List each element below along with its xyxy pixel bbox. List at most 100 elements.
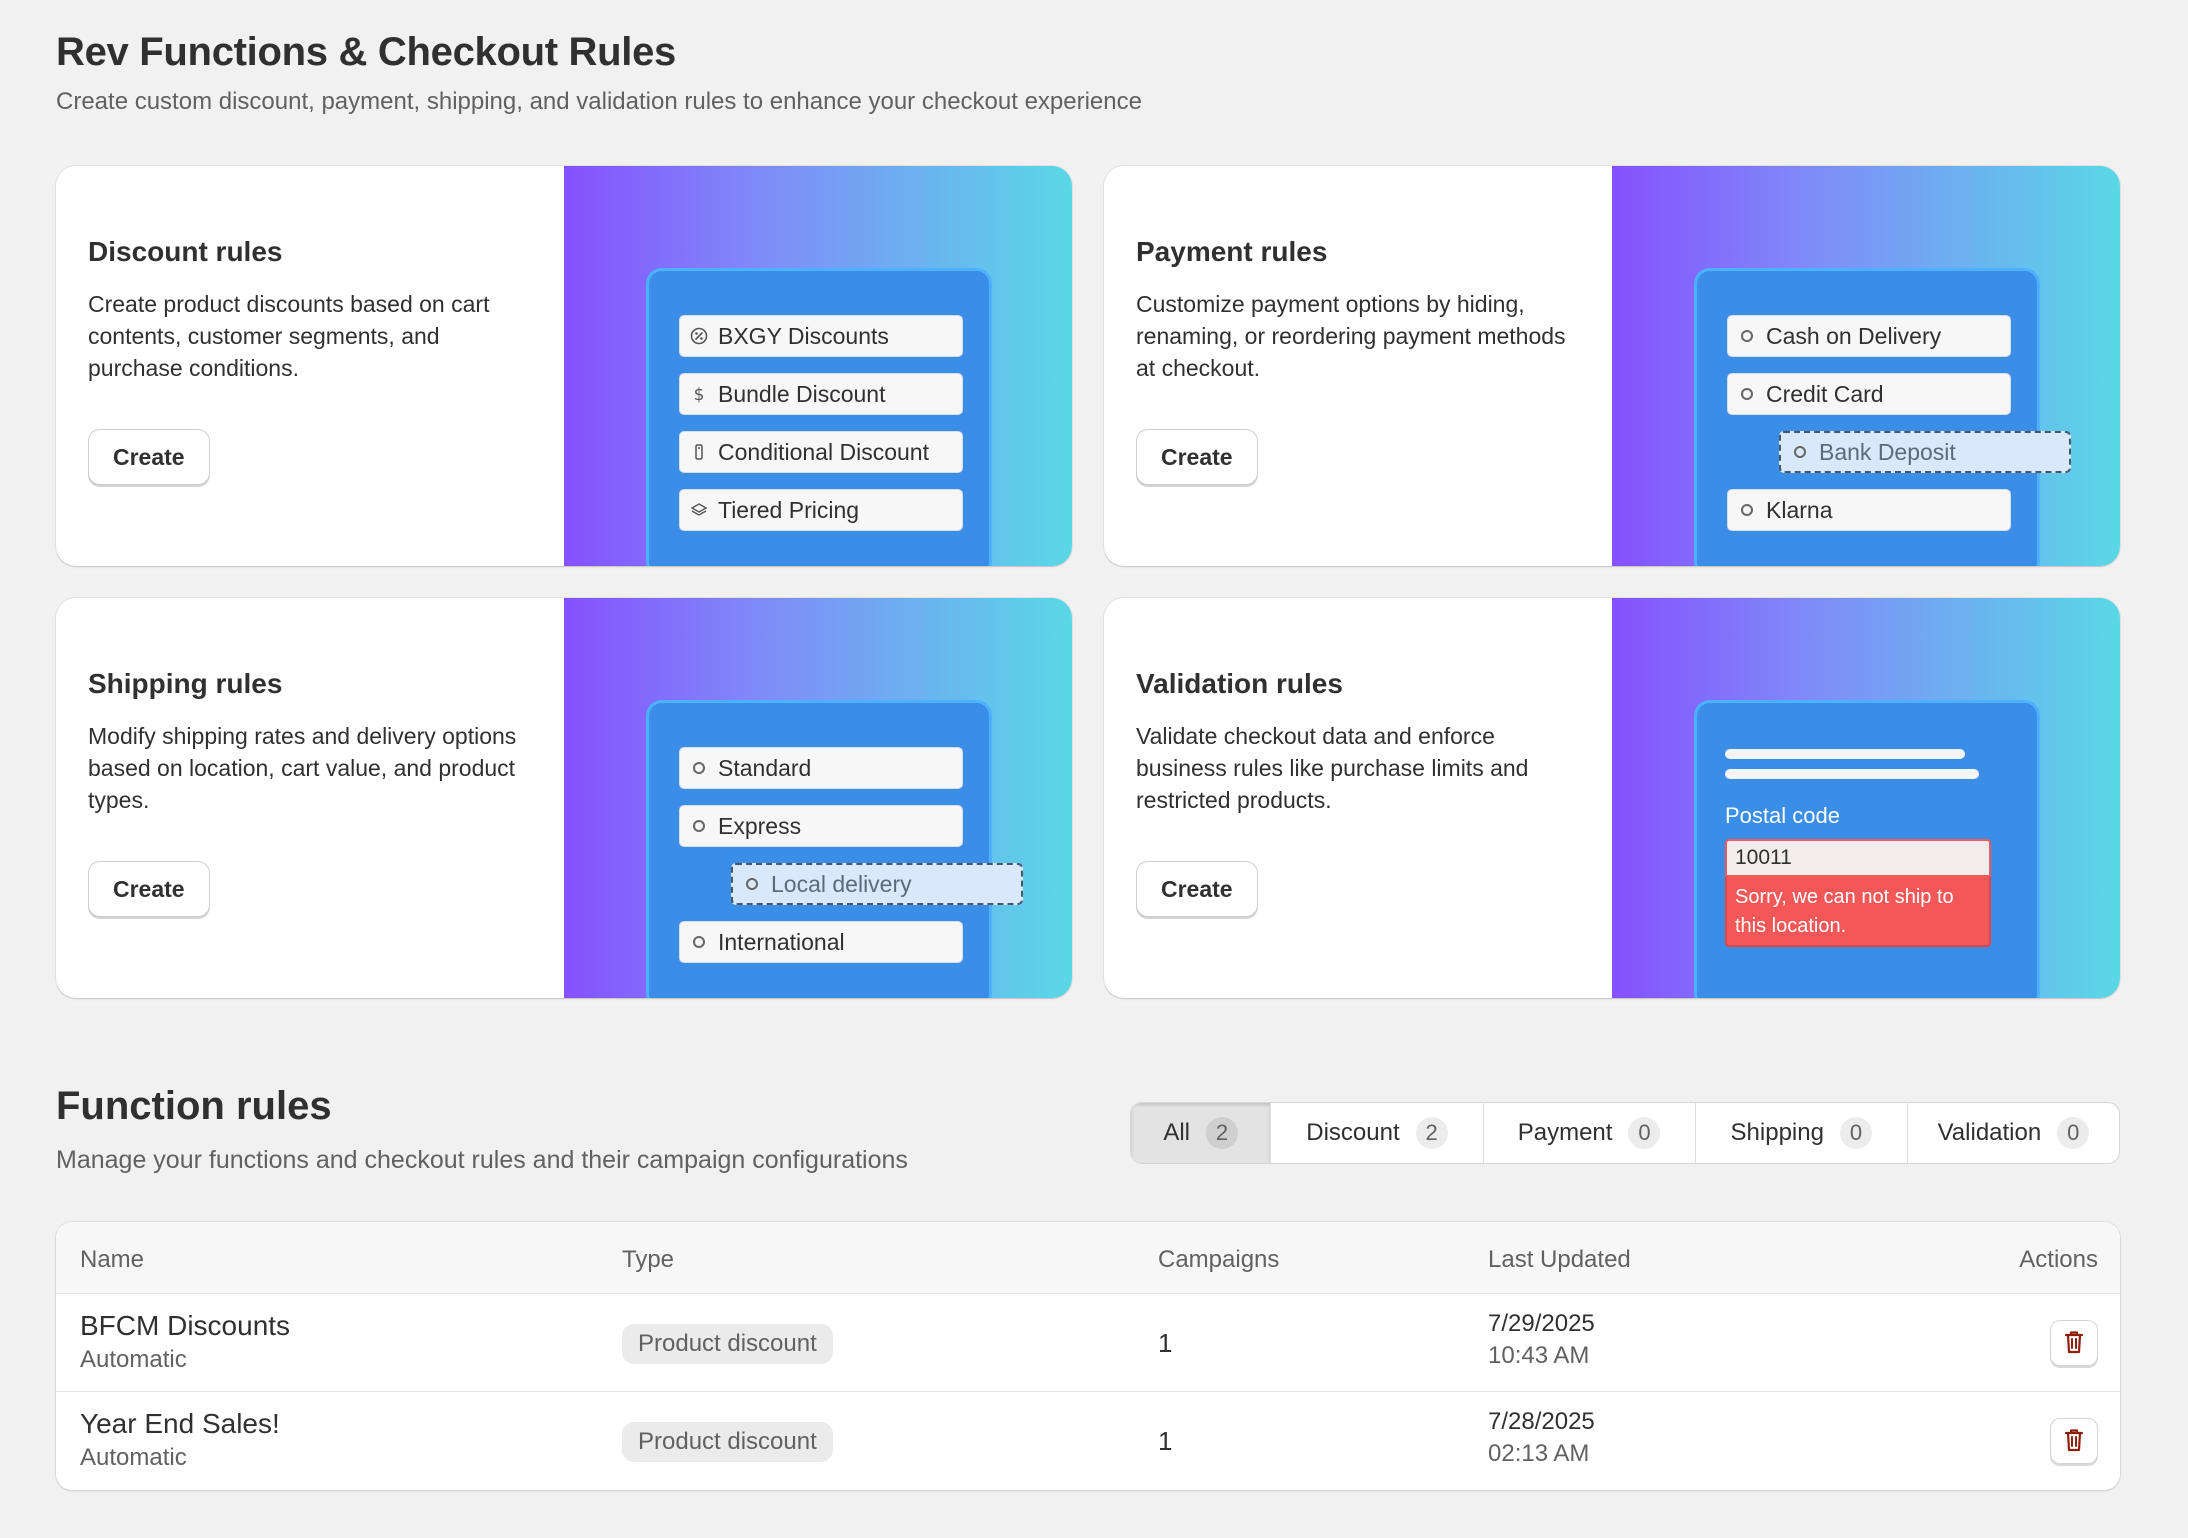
create-payment-rule-button[interactable]: Create	[1136, 429, 1258, 485]
column-header-campaigns[interactable]: Campaigns	[1158, 1246, 1279, 1274]
delete-rule-button[interactable]	[2050, 1418, 2098, 1464]
tab-all[interactable]: All 2	[1131, 1103, 1272, 1163]
card-title: Validation rules	[1136, 668, 1343, 699]
filter-tabs: All 2 Discount 2 Payment 0 Shipping 0 Va…	[1130, 1102, 2120, 1164]
mock-item-dragging: Bank Deposit	[1779, 431, 2071, 473]
tab-count-badge: 0	[1628, 1117, 1661, 1149]
error-message: Sorry, we can not ship to this location.	[1725, 877, 1991, 947]
radio-icon	[1741, 330, 1753, 342]
radio-icon	[1741, 388, 1753, 400]
mock-item-dragging: Local delivery	[731, 863, 1023, 905]
mock-item: $ Bundle Discount	[679, 373, 963, 415]
card-description: Validate checkout data and enforce busin…	[1136, 723, 1529, 813]
tag-icon	[690, 443, 708, 461]
mock-item-label: Tiered Pricing	[718, 496, 860, 523]
card-description: Create product discounts based on cart c…	[88, 291, 490, 381]
card-description: Customize payment options by hiding, ren…	[1136, 291, 1566, 381]
page: Rev Functions & Checkout Rules Create cu…	[0, 0, 2188, 1538]
column-header-name[interactable]: Name	[80, 1246, 144, 1274]
mock-item: Tiered Pricing	[679, 489, 963, 531]
rule-mode: Automatic	[80, 1346, 187, 1373]
tab-label: Discount	[1306, 1119, 1400, 1146]
table-row[interactable]: Year End Sales! Automatic Product discou…	[56, 1392, 2120, 1490]
create-discount-rule-button[interactable]: Create	[88, 429, 210, 485]
radio-icon	[746, 878, 758, 890]
radio-icon	[1794, 446, 1806, 458]
tab-count-badge: 2	[1415, 1117, 1448, 1149]
placeholder-line	[1725, 749, 1965, 759]
tab-validation[interactable]: Validation 0	[1908, 1103, 2119, 1163]
tab-count-badge: 2	[1206, 1117, 1239, 1149]
shipping-rules-card: Shipping rules Modify shipping rates and…	[56, 598, 1072, 998]
rule-mode: Automatic	[80, 1444, 187, 1471]
mock-item: BXGY Discounts	[679, 315, 963, 357]
column-header-type[interactable]: Type	[622, 1246, 674, 1274]
card-title: Discount rules	[88, 236, 283, 267]
card-description: Modify shipping rates and delivery optio…	[88, 723, 517, 813]
tab-label: Validation	[1937, 1119, 2042, 1146]
rule-name[interactable]: Year End Sales!	[80, 1408, 280, 1440]
validation-rules-card: Validation rules Validate checkout data …	[1104, 598, 2120, 998]
tab-payment[interactable]: Payment 0	[1484, 1103, 1696, 1163]
mock-item: Klarna	[1727, 489, 2011, 531]
mock-item-label: Bank Deposit	[1819, 438, 1956, 465]
tab-label: Payment	[1517, 1119, 1613, 1146]
mock-item: Credit Card	[1727, 373, 2011, 415]
type-badge: Product discount	[622, 1422, 833, 1462]
radio-icon	[693, 762, 705, 774]
mock-item-label: Bundle Discount	[718, 380, 886, 407]
type-badge: Product discount	[622, 1324, 833, 1364]
validation-illustration: Postal code 10011 Sorry, we can not ship…	[1612, 598, 2120, 998]
mock-panel: Cash on Delivery Credit Card Bank Deposi…	[1694, 268, 2071, 566]
mock-item-label: Local delivery	[771, 870, 912, 897]
radio-icon	[693, 936, 705, 948]
table-row[interactable]: BFCM Discounts Automatic Product discoun…	[56, 1294, 2120, 1392]
card-title: Shipping rules	[88, 668, 283, 699]
dollar-icon: $	[690, 385, 708, 403]
discount-illustration: BXGY Discounts $ Bundle Discount Conditi…	[564, 166, 1072, 566]
rule-name[interactable]: BFCM Discounts	[80, 1310, 290, 1342]
postal-code-label: Postal code	[1725, 803, 1840, 828]
layers-icon	[690, 501, 708, 519]
tab-label: Shipping	[1730, 1119, 1824, 1146]
campaigns-count: 1	[1158, 1328, 1173, 1358]
mock-item-label: BXGY Discounts	[718, 322, 889, 349]
mock-item-label: Standard	[718, 754, 812, 781]
delete-rule-button[interactable]	[2050, 1320, 2098, 1366]
updated-time: 10:43 AM	[1488, 1342, 1590, 1369]
mock-panel: Standard Express Local delivery Internat…	[646, 700, 1023, 998]
mock-item-label: Cash on Delivery	[1766, 322, 1942, 349]
create-validation-rule-button[interactable]: Create	[1136, 861, 1258, 917]
payment-rules-card: Payment rules Customize payment options …	[1104, 166, 2120, 566]
table-header: Name Type Campaigns Last Updated Actions	[56, 1222, 2120, 1294]
mock-item-label: International	[718, 928, 845, 955]
mock-item: Express	[679, 805, 963, 847]
function-rules-table: Name Type Campaigns Last Updated Actions…	[56, 1222, 2120, 1490]
campaigns-count: 1	[1158, 1426, 1173, 1456]
trash-icon	[2062, 1427, 2086, 1456]
function-rules-title: Function rules	[56, 1084, 332, 1128]
mock-item-label: Credit Card	[1766, 380, 1884, 407]
tab-label: All	[1163, 1119, 1191, 1146]
column-header-last-updated[interactable]: Last Updated	[1488, 1246, 1631, 1274]
trash-icon	[2062, 1329, 2086, 1358]
tab-discount[interactable]: Discount 2	[1271, 1103, 1484, 1163]
mock-item-label: Klarna	[1766, 496, 1833, 523]
svg-text:$: $	[694, 385, 705, 403]
tab-count-badge: 0	[1839, 1117, 1872, 1149]
mock-panel: Postal code 10011 Sorry, we can not ship…	[1694, 700, 2040, 998]
tab-shipping[interactable]: Shipping 0	[1696, 1103, 1908, 1163]
tab-count-badge: 0	[2057, 1117, 2090, 1149]
payment-illustration: Cash on Delivery Credit Card Bank Deposi…	[1612, 166, 2120, 566]
card-title: Payment rules	[1136, 236, 1328, 267]
mock-item: Conditional Discount	[679, 431, 963, 473]
function-rules-subtitle: Manage your functions and checkout rules…	[56, 1146, 908, 1174]
updated-date: 7/28/2025	[1488, 1408, 1595, 1435]
percent-icon	[690, 327, 708, 345]
create-shipping-rule-button[interactable]: Create	[88, 861, 210, 917]
discount-rules-card: Discount rules Create product discounts …	[56, 166, 1072, 566]
column-header-actions: Actions	[2019, 1246, 2098, 1273]
page-title: Rev Functions & Checkout Rules	[56, 30, 676, 74]
mock-item: Standard	[679, 747, 963, 789]
mock-item-label: Conditional Discount	[718, 438, 929, 465]
